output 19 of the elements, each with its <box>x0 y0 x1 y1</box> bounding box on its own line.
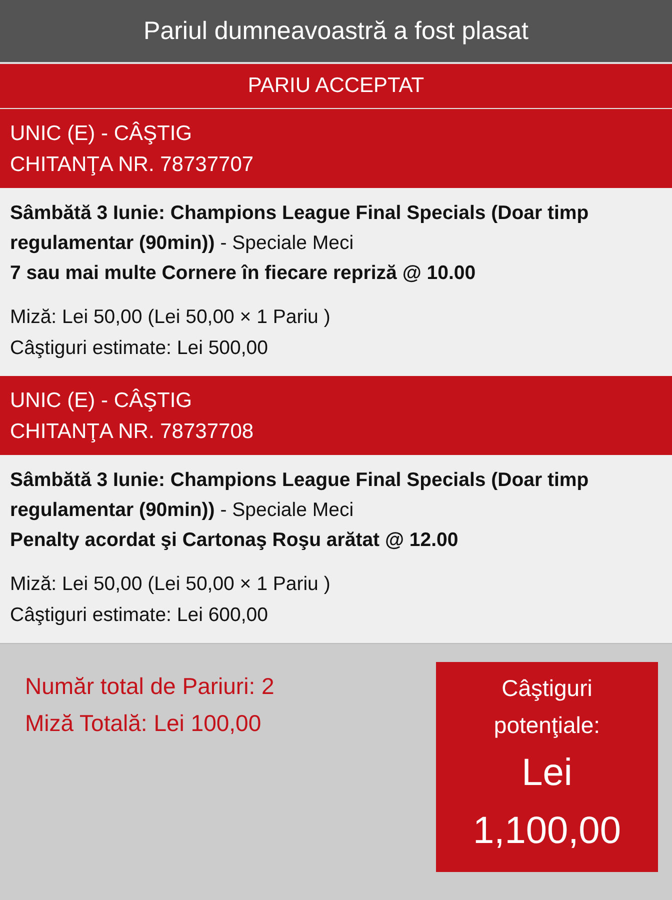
window-title: Pariul dumneavoastră a fost plasat <box>144 16 528 46</box>
bet-selection: Penalty acordat şi Cartonaş Roşu arătat @ 12.00 <box>10 528 460 553</box>
stake-text: Miză: Lei 50,00 (Lei 50,00 × 1 Pariu ) <box>10 572 332 597</box>
bet-selection: 7 sau mai multe Cornere în fiecare repriză @ 10.00 <box>10 261 477 286</box>
potential-label: Câştiguri potenţiale: <box>492 674 602 740</box>
stake-text: Miză: Lei 50,00 (Lei 50,00 × 1 Pariu ) <box>10 305 332 330</box>
estimated-winnings: Câştiguri estimate: Lei 500,00 <box>10 336 269 361</box>
total-bets: Număr total de Pariuri: 2 <box>25 672 274 701</box>
event-description: Sâmbătă 3 Iunie: Champions League Final Specials (Doar timp regulamentar (90min)) - Speciale Meci <box>10 201 590 256</box>
bet-type: UNIC (E) - CÂŞTIG <box>10 388 193 414</box>
receipt-number: CHITANŢA NR. 78737708 <box>10 419 255 445</box>
event-description: Sâmbătă 3 Iunie: Champions League Final Specials (Doar timp regulamentar (90min)) - Speciale Meci <box>10 468 590 523</box>
total-stake: Miză Totală: Lei 100,00 <box>25 709 262 738</box>
potential-currency: Lei <box>522 751 572 796</box>
estimated-winnings: Câştiguri estimate: Lei 600,00 <box>10 603 269 628</box>
potential-amount: 1,100,00 <box>473 809 621 854</box>
status-banner: PARIU ACCEPTAT <box>0 64 672 109</box>
bet-type: UNIC (E) - CÂŞTIG <box>10 120 193 147</box>
receipt-number: CHITANŢA NR. 78737707 <box>10 152 255 178</box>
